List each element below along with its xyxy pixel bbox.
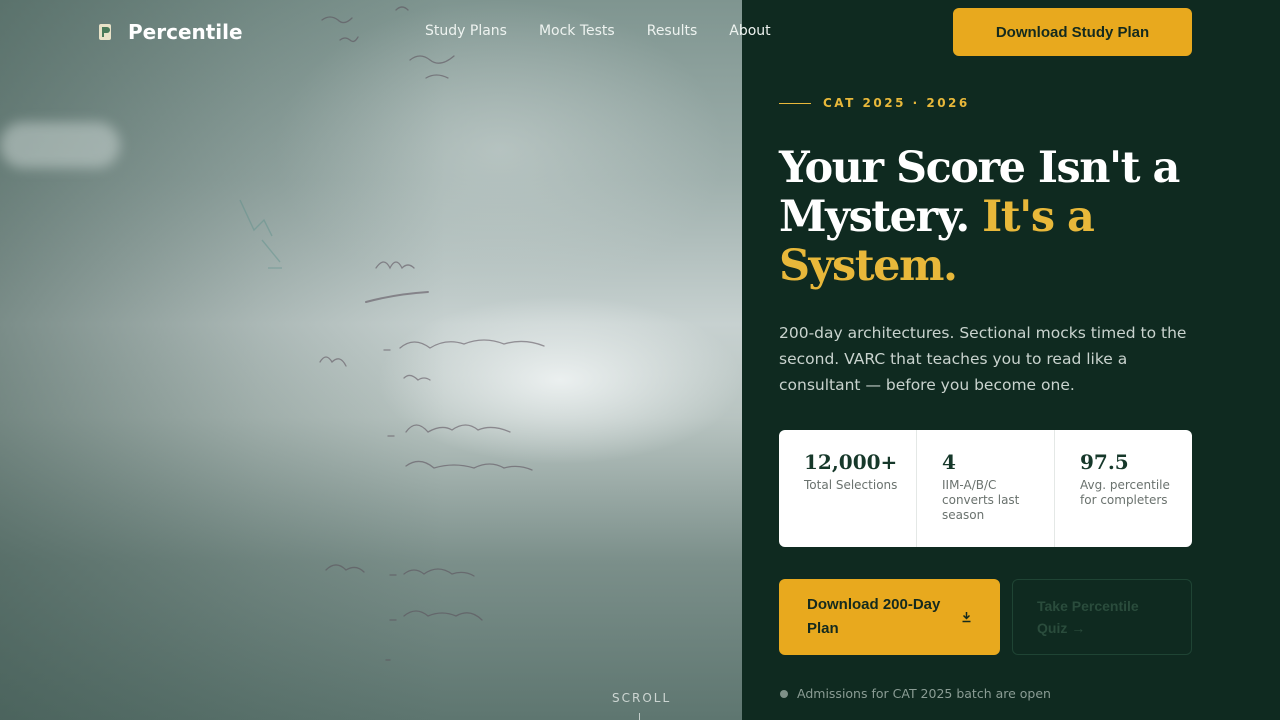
- brand-name: Percentile: [128, 20, 243, 44]
- eyebrow-text: CAT 2025 · 2026: [823, 96, 970, 110]
- take-percentile-quiz-button[interactable]: Take Percentile Quiz →: [1012, 579, 1192, 655]
- button-label: Download 200-Day Plan: [807, 596, 941, 637]
- whiteboard-scribbles: [239, 6, 545, 661]
- stat-value: 4: [942, 450, 956, 474]
- nav-results[interactable]: Results: [647, 23, 698, 39]
- stat-total-selections: 12,000+ Total Selections: [779, 430, 917, 547]
- nav-study-plans[interactable]: Study Plans: [425, 23, 507, 39]
- stat-value: 97.5: [1080, 450, 1129, 474]
- stat-label: Avg. percentile for completers: [1080, 478, 1170, 507]
- headline-main: Your Score Isn't a Mystery.: [779, 143, 1180, 242]
- percentile-logo-icon: [99, 24, 111, 40]
- download-icon: [962, 612, 971, 623]
- download-200-day-plan-button[interactable]: Download 200-Day Plan: [779, 579, 1000, 655]
- nav-mock-tests[interactable]: Mock Tests: [539, 23, 615, 39]
- status-dot-icon: [780, 689, 788, 698]
- hero-whiteboard-photo: SCROLL: [0, 0, 742, 720]
- stats-card: 12,000+ Total Selections 4 IIM-A/B/C con…: [779, 430, 1192, 547]
- hero-headline: Your Score Isn't a Mystery. It's a Syste…: [779, 144, 1199, 291]
- stat-label: Total Selections: [804, 478, 898, 492]
- scroll-hint: SCROLL: [612, 691, 672, 705]
- nav-about[interactable]: About: [729, 23, 770, 39]
- hero-eyebrow: CAT 2025 · 2026: [779, 96, 970, 110]
- eyebrow-rule: [779, 102, 811, 104]
- main-nav: Study Plans Mock Tests Results About: [425, 23, 771, 39]
- download-study-plan-button[interactable]: Download Study Plan: [953, 8, 1192, 56]
- admissions-status: Admissions for CAT 2025 batch are open: [780, 686, 1051, 701]
- stat-iim-converts: 4 IIM-A/B/C converts last season: [917, 430, 1055, 547]
- status-text: Admissions for CAT 2025 batch are open: [797, 686, 1051, 701]
- brand-logo[interactable]: Percentile: [96, 20, 243, 44]
- hero-subtext: 200-day architectures. Sectional mocks t…: [779, 324, 1187, 394]
- scroll-indicator-line: [639, 713, 640, 720]
- stat-avg-percentile: 97.5 Avg. percentile for completers: [1055, 430, 1192, 547]
- stat-label: IIM-A/B/C converts last season: [942, 478, 1020, 522]
- stat-value: 12,000+: [804, 450, 898, 474]
